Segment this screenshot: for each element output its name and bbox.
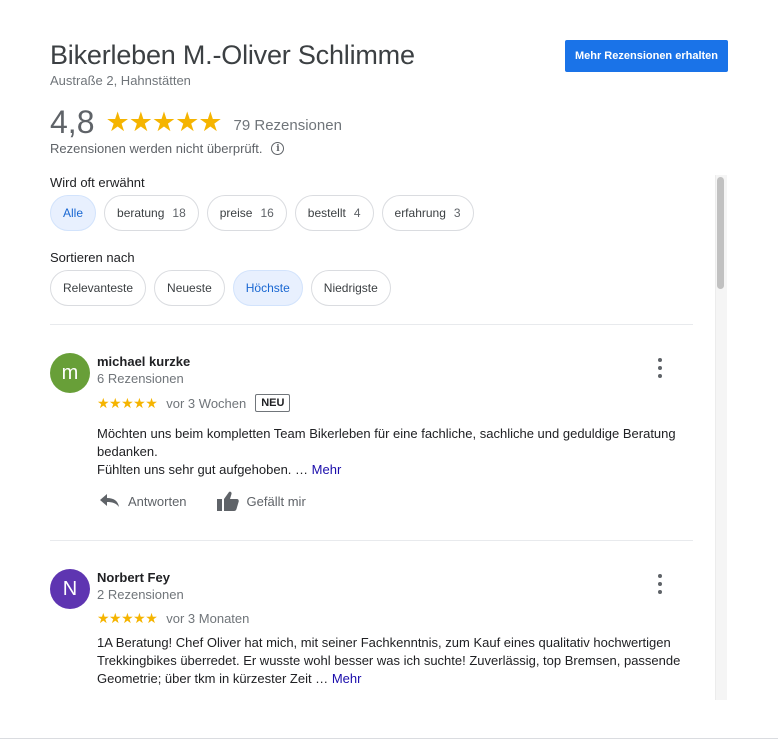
review-text-line: Möchten uns beim kompletten Team Bikerle… xyxy=(97,426,676,459)
chip-beratung[interactable]: beratung 18 xyxy=(104,195,199,231)
chip-erfahrung[interactable]: erfahrung 3 xyxy=(381,195,474,231)
sort-hoechste[interactable]: Höchste xyxy=(232,270,303,306)
info-icon[interactable]: i xyxy=(271,142,285,155)
more-link[interactable]: Mehr xyxy=(332,671,362,686)
sort-label: Sortieren nach xyxy=(50,250,135,265)
scrollbar-thumb[interactable] xyxy=(717,177,724,289)
reviewer-review-count: 6 Rezensionen xyxy=(97,371,184,386)
review-meta: ★★★★★ vor 3 Monaten xyxy=(97,610,249,627)
chip-label: bestellt xyxy=(307,206,346,220)
mentions-label: Wird oft erwähnt xyxy=(50,175,145,190)
like-label: Gefällt mir xyxy=(246,493,306,509)
review-text: 1A Beratung! Chef Oliver hat mich, mit s… xyxy=(97,634,687,688)
like-button[interactable]: Gefällt mir xyxy=(216,491,306,511)
chip-count: 3 xyxy=(453,206,461,220)
reply-icon xyxy=(100,494,119,507)
business-address: Austraße 2, Hahnstätten xyxy=(50,73,191,88)
chip-count: 16 xyxy=(260,206,274,220)
avatar[interactable]: N xyxy=(50,569,90,609)
review-date: vor 3 Wochen xyxy=(166,395,247,411)
mentions-chips: Alle beratung 18 preise 16 bestellt 4 erfah… xyxy=(50,195,474,231)
chip-label: beratung xyxy=(117,206,165,220)
sort-relevanteste[interactable]: Relevanteste xyxy=(50,270,147,306)
avatar[interactable]: m xyxy=(50,353,90,393)
chip-count: 4 xyxy=(353,206,361,220)
more-link[interactable]: Mehr xyxy=(312,462,342,477)
thumb-up-icon xyxy=(216,491,239,511)
review-stars: ★★★★★ xyxy=(97,394,158,411)
business-title: Bikerleben M.-Oliver Schlimme xyxy=(50,40,415,70)
more-options-icon[interactable] xyxy=(656,574,664,594)
review-actions: Antworten Gefällt mir xyxy=(100,491,306,511)
review-text: Möchten uns beim kompletten Team Bikerle… xyxy=(97,425,687,479)
reply-button[interactable]: Antworten xyxy=(100,494,187,509)
review-text-body: 1A Beratung! Chef Oliver hat mich, mit s… xyxy=(97,635,681,686)
reviewer-name[interactable]: michael kurzke xyxy=(97,354,190,369)
chip-preise[interactable]: preise 16 xyxy=(206,195,287,231)
reviewer-review-count: 2 Rezensionen xyxy=(97,587,184,602)
chip-label: preise xyxy=(219,206,253,220)
review-item: N Norbert Fey 2 Rezensionen ★★★★★ vor 3 … xyxy=(50,569,693,699)
rating-value: 4,8 xyxy=(50,104,95,140)
review-item: m michael kurzke 6 Rezensionen ★★★★★ vor… xyxy=(50,353,693,523)
sort-niedrigste[interactable]: Niedrigste xyxy=(310,270,391,306)
rating-stars: ★★★★★ xyxy=(105,107,222,137)
divider xyxy=(50,324,693,325)
sort-options: Relevanteste Neueste Höchste Niedrigste xyxy=(50,270,391,306)
new-badge: NEU xyxy=(255,394,291,412)
more-reviews-button[interactable]: Mehr Rezensionen erhalten xyxy=(565,40,728,72)
chip-count: 18 xyxy=(172,206,186,220)
review-meta: ★★★★★ vor 3 Wochen NEU xyxy=(97,394,291,412)
chip-label: Alle xyxy=(63,206,84,220)
review-disclaimer: Rezensionen werden nicht überprüft. i xyxy=(50,141,285,156)
review-stars: ★★★★★ xyxy=(97,610,158,626)
disclaimer-text: Rezensionen werden nicht überprüft. xyxy=(50,141,263,156)
reply-label: Antworten xyxy=(128,493,187,509)
bottom-border xyxy=(0,738,778,739)
divider xyxy=(50,540,693,541)
chip-bestellt[interactable]: bestellt 4 xyxy=(294,195,374,231)
chip-label: erfahrung xyxy=(394,206,446,220)
reviewer-name[interactable]: Norbert Fey xyxy=(97,570,170,585)
review-count[interactable]: 79 Rezensionen xyxy=(234,117,342,134)
review-text-line: Fühlten uns sehr gut aufgehoben. … xyxy=(97,462,309,477)
review-date: vor 3 Monaten xyxy=(166,611,250,626)
chip-alle[interactable]: Alle xyxy=(50,195,97,231)
more-options-icon[interactable] xyxy=(656,358,664,378)
sort-neueste[interactable]: Neueste xyxy=(154,270,225,306)
rating-summary: 4,8 ★★★★★ 79 Rezensionen xyxy=(50,104,342,141)
